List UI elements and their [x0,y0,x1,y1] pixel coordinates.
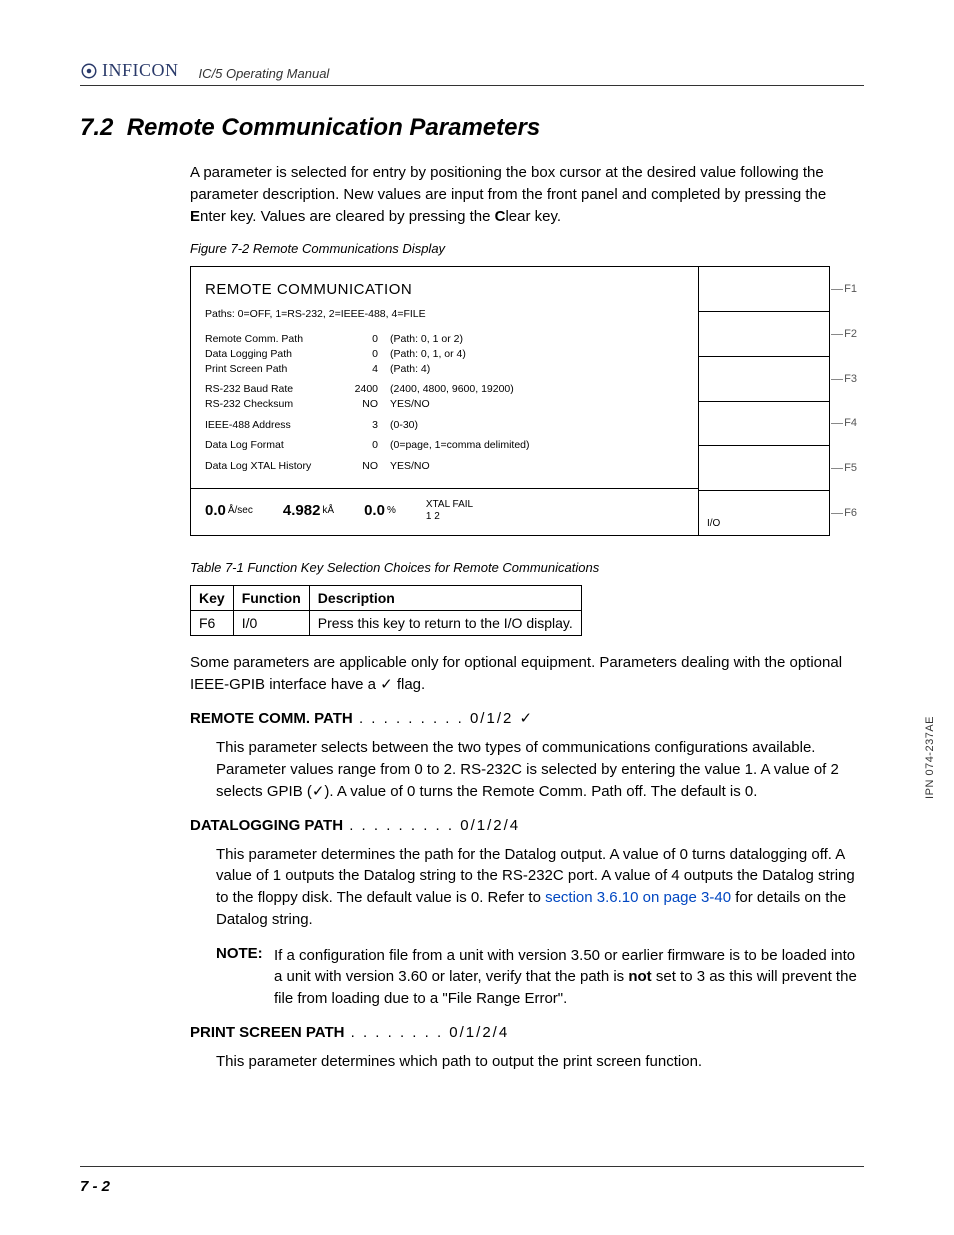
section-number: 7.2 [80,114,113,141]
table-caption: Table 7-1 Function Key Selection Choices… [190,560,864,575]
section-heading: 7.2 Remote Communication Parameters [80,114,864,142]
section-title-text: Remote Communication Parameters [127,114,540,141]
page-header: INFICON IC/5 Operating Manual [80,60,864,86]
softkey-f6[interactable]: I/O F6 [699,491,829,535]
param-row: Data Log XTAL HistoryNOYES/NO [205,459,684,474]
th-description: Description [309,585,581,610]
ipn-code: IPN 074-237AE [924,716,936,799]
brand-logo: INFICON [80,60,179,81]
softkey-f3[interactable]: F3 [699,357,829,402]
paths-legend: Paths: 0=OFF, 1=RS-232, 2=IEEE-488, 4=FI… [205,308,684,320]
xtal-fail: XTAL FAIL 1 2 [426,499,473,523]
softkey-f2[interactable]: F2 [699,312,829,357]
screen-panel: REMOTE COMMUNICATION Paths: 0=OFF, 1=RS-… [191,267,699,535]
def-remote-body: This parameter selects between the two t… [190,737,864,802]
def-datalog-body: This parameter determines the path for t… [190,844,864,931]
cross-ref-link[interactable]: section 3.6.10 on page 3-40 [545,889,731,906]
page-number: 7 - 2 [80,1178,110,1195]
softkey-f4[interactable]: F4 [699,402,829,447]
softkey-f1[interactable]: F1 [699,267,829,312]
def-datalog-head: DATALOGGING PATH . . . . . . . . . 0/1/2… [190,817,864,834]
th-function: Function [233,585,309,610]
def-print-head: PRINT SCREEN PATH . . . . . . . . 0/1/2/… [190,1024,864,1041]
param-row: RS-232 Baud Rate2400(2400, 4800, 9600, 1… [205,382,684,397]
th-key: Key [191,585,234,610]
def-remote-head: REMOTE COMM. PATH . . . . . . . . . 0/1/… [190,709,864,727]
param-row: Remote Comm. Path0(Path: 0, 1 or 2) [205,332,684,347]
def-print-body: This parameter determines which path to … [190,1051,864,1073]
param-row: Print Screen Path4(Path: 4) [205,362,684,377]
param-row: Data Log Format0(0=page, 1=comma delimit… [205,438,684,453]
screen-title: REMOTE COMMUNICATION [205,281,684,298]
logo-icon [80,62,98,80]
softkey-f5[interactable]: F5 [699,446,829,491]
param-row: Data Logging Path0(Path: 0, 1, or 4) [205,347,684,362]
brand-name: INFICON [102,60,179,81]
footer-rule [80,1166,864,1167]
figure-caption: Figure 7-2 Remote Communications Display [190,241,864,256]
manual-title: IC/5 Operating Manual [199,66,330,81]
after-table-note: Some parameters are applicable only for … [190,652,864,696]
body-content: A parameter is selected for entry by pos… [80,162,864,1073]
param-row: IEEE-488 Address3(0-30) [205,418,684,433]
param-row: RS-232 ChecksumNOYES/NO [205,397,684,412]
datalog-note: NOTE: If a configuration file from a uni… [190,945,864,1010]
status-bar: 0.0Å/sec 4.982kÅ 0.0% XTAL FAIL 1 2 [191,488,698,535]
intro-paragraph: A parameter is selected for entry by pos… [190,162,864,227]
table-row: F6 I/0 Press this key to return to the I… [191,610,582,635]
softkey-column: F1 F2 F3 F4 F5 I/O F6 [699,267,829,535]
function-key-table: Key Function Description F6 I/0 Press th… [190,585,582,636]
figure-7-2: REMOTE COMMUNICATION Paths: 0=OFF, 1=RS-… [190,266,864,536]
